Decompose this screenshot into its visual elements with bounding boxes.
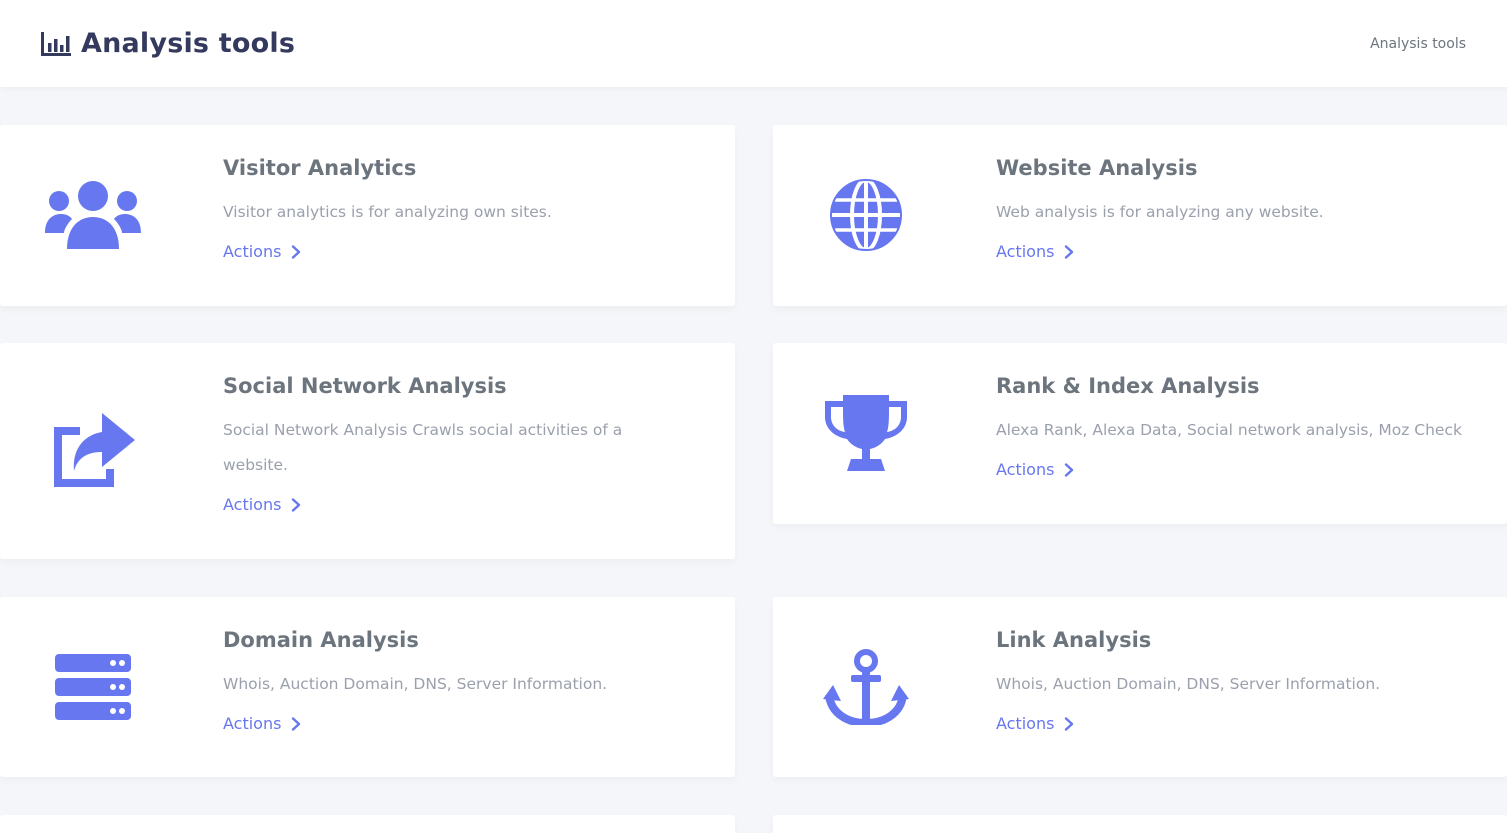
actions-link-visitor-analytics[interactable]: Actions <box>223 234 303 269</box>
actions-label: Actions <box>996 714 1055 733</box>
card-title: Website Analysis <box>996 156 1198 180</box>
trophy-icon <box>823 395 909 471</box>
card-title: Domain Analysis <box>223 628 419 652</box>
chevron-right-icon <box>1065 462 1074 477</box>
actions-label: Actions <box>223 242 282 261</box>
card-social-network-analysis: Social Network Analysis Social Network A… <box>0 343 735 559</box>
top-header: Analysis tools Analysis tools <box>0 0 1507 87</box>
breadcrumb[interactable]: Analysis tools <box>1370 36 1466 52</box>
card-title: Link Analysis <box>996 628 1152 652</box>
card-description: Alexa Rank, Alexa Data, Social network a… <box>996 421 1462 439</box>
card-title: Rank & Index Analysis <box>996 374 1260 398</box>
card-website-analysis: Website Analysis Web analysis is for ana… <box>773 125 1507 306</box>
users-icon <box>44 181 141 249</box>
server-icon <box>54 654 131 720</box>
card-partial-left <box>0 815 735 833</box>
card-title: Social Network Analysis <box>223 374 507 398</box>
actions-label: Actions <box>996 242 1055 261</box>
card-description: Web analysis is for analyzing any websit… <box>996 203 1324 221</box>
page-title: Analysis tools <box>41 28 295 59</box>
globe-icon <box>829 178 903 252</box>
card-description: Social Network Analysis Crawls social ac… <box>223 421 623 474</box>
chevron-right-icon <box>292 244 301 259</box>
card-link-analysis: Link Analysis Whois, Auction Domain, DNS… <box>773 597 1507 777</box>
chart-bar-icon <box>41 31 71 57</box>
anchor-icon <box>822 649 909 725</box>
actions-link-domain-analysis[interactable]: Actions <box>223 706 303 741</box>
card-partial-right <box>773 815 1507 833</box>
card-description: Visitor analytics is for analyzing own s… <box>223 203 552 221</box>
card-domain-analysis: Domain Analysis Whois, Auction Domain, D… <box>0 597 735 777</box>
chevron-right-icon <box>292 716 301 731</box>
actions-link-website-analysis[interactable]: Actions <box>996 234 1076 269</box>
card-visitor-analytics: Visitor Analytics Visitor analytics is f… <box>0 125 735 306</box>
card-rank-index-analysis: Rank & Index Analysis Alexa Rank, Alexa … <box>773 343 1507 524</box>
card-title: Visitor Analytics <box>223 156 417 180</box>
share-square-icon <box>50 413 136 489</box>
actions-label: Actions <box>223 495 282 514</box>
chevron-right-icon <box>292 497 301 512</box>
actions-label: Actions <box>996 460 1055 479</box>
actions-label: Actions <box>223 714 282 733</box>
card-description: Whois, Auction Domain, DNS, Server Infor… <box>223 675 608 693</box>
chevron-right-icon <box>1065 244 1074 259</box>
actions-link-link-analysis[interactable]: Actions <box>996 706 1076 741</box>
page-title-text: Analysis tools <box>81 28 296 59</box>
actions-link-social-network-analysis[interactable]: Actions <box>223 487 303 522</box>
chevron-right-icon <box>1065 716 1074 731</box>
card-description: Whois, Auction Domain, DNS, Server Infor… <box>996 675 1381 693</box>
actions-link-rank-index-analysis[interactable]: Actions <box>996 452 1076 487</box>
